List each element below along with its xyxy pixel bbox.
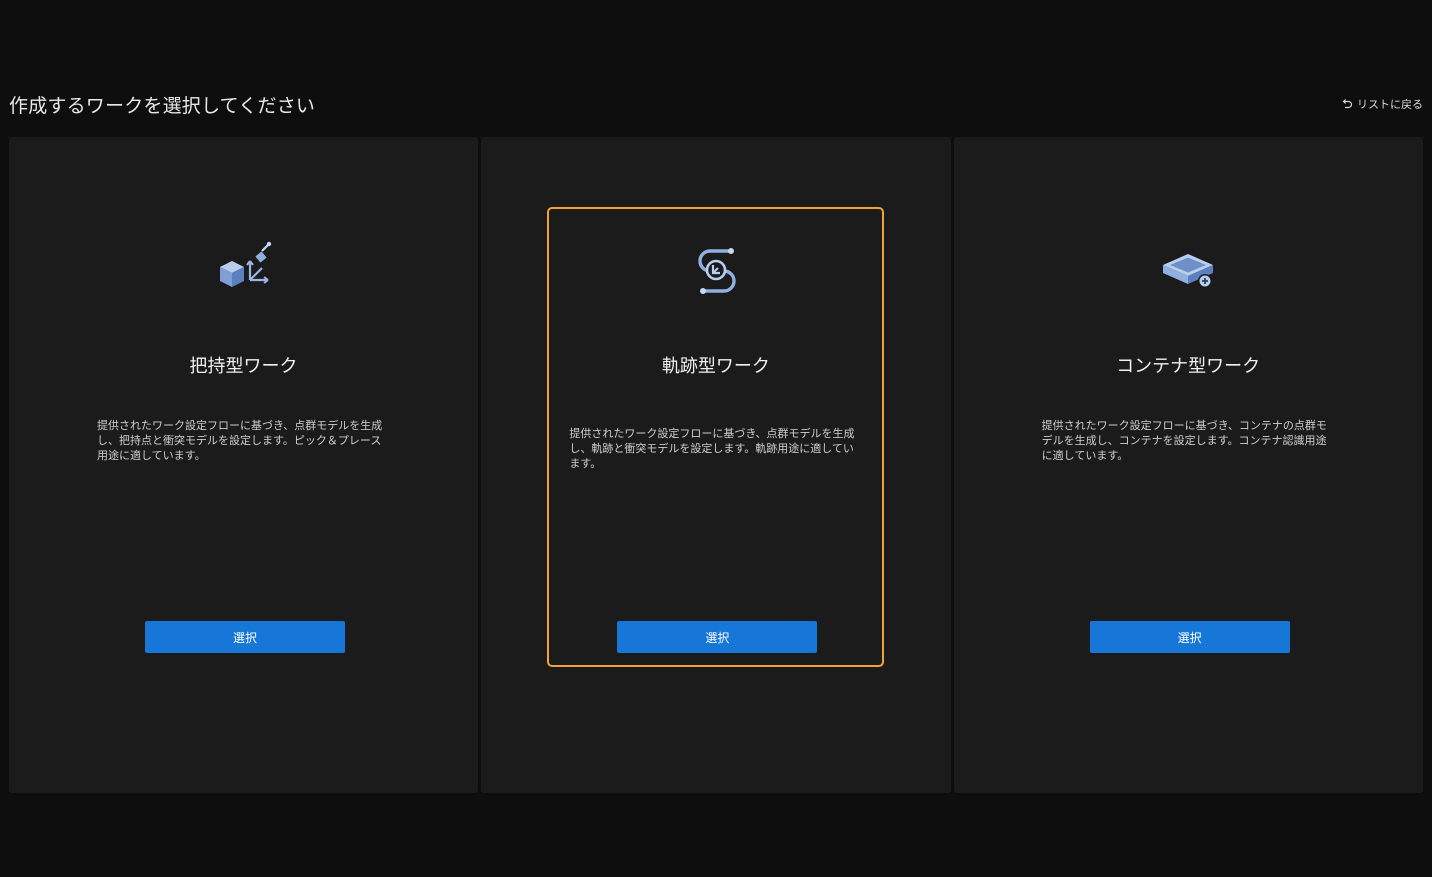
select-trajectory-work-button[interactable]: 選択 [617,621,818,653]
panel-trajectory-work: 軌跡型ワーク 提供されたワーク設定フローに基づき、点群モデルを生成し、軌跡と衝突… [481,137,951,793]
card-title: 軌跡型ワーク [661,356,770,377]
card-description: 提供されたワーク設定フローに基づき、コンテナの点群モデルを生成し、コンテナを設定… [1041,419,1327,462]
page-title: 作成するワークを選択してください [9,95,316,117]
card-panels: 把持型ワーク 提供されたワーク設定フローに基づき、点群モデルを生成し、把持点と衝… [9,137,1423,793]
card-trajectory-work[interactable]: 軌跡型ワーク 提供されたワーク設定フローに基づき、点群モデルを生成し、軌跡と衝突… [547,207,885,667]
back-to-list-label: リストに戻る [1357,98,1423,111]
container-add-icon [1158,239,1218,299]
work-type-selection-page: 作成するワークを選択してください リストに戻る 把持型ワーク 提供されたワーク設… [0,0,1432,877]
select-container-work-button[interactable]: 選択 [1089,621,1290,653]
card-description: 提供されたワーク設定フローに基づき、点群モデルを生成し、把持点と衝突モデルを設定… [97,419,383,462]
back-to-list-link[interactable]: リストに戻る [1341,96,1423,112]
panel-container-work: コンテナ型ワーク 提供されたワーク設定フローに基づき、コンテナの点群モデルを生成… [953,137,1423,793]
panel-grasp-work: 把持型ワーク 提供されたワーク設定フローに基づき、点群モデルを生成し、把持点と衝… [9,137,479,793]
card-container-work[interactable]: コンテナ型ワーク 提供されたワーク設定フローに基づき、コンテナの点群モデルを生成… [1020,207,1357,667]
undo-arrow-icon [1341,98,1353,110]
card-title: コンテナ型ワーク [1116,356,1261,377]
card-title: 把持型ワーク [189,356,298,377]
select-grasp-work-button[interactable]: 選択 [145,621,345,653]
card-grasp-work[interactable]: 把持型ワーク 提供されたワーク設定フローに基づき、点群モデルを生成し、把持点と衝… [75,207,412,667]
card-description: 提供されたワーク設定フローに基づき、点群モデルを生成し、軌跡と衝突モデルを設定し… [569,427,855,470]
cube-pick-icon [214,239,274,299]
trajectory-icon [686,239,746,299]
